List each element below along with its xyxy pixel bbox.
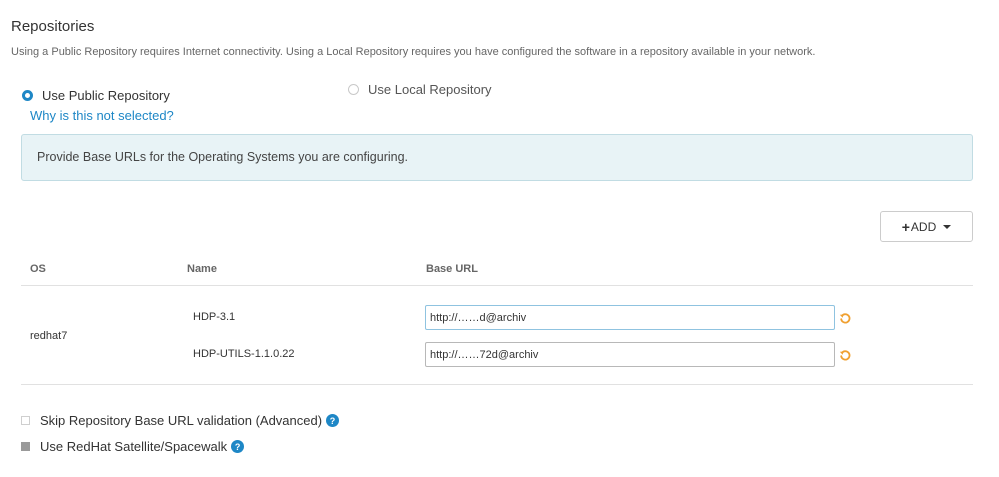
- undo-icon[interactable]: [839, 312, 851, 324]
- base-url-input[interactable]: [425, 305, 835, 330]
- column-header-name: Name: [187, 263, 217, 275]
- table-divider-bottom: [21, 384, 973, 385]
- use-satellite-label: Use RedHat Satellite/Spacewalk: [40, 439, 228, 454]
- radio-unchecked-icon[interactable]: [348, 84, 359, 95]
- help-icon[interactable]: ?: [231, 440, 245, 453]
- checkbox-disabled-icon[interactable]: [21, 442, 30, 451]
- skip-validation-checkbox[interactable]: Skip Repository Base URL validation (Adv…: [21, 413, 340, 428]
- help-icon[interactable]: ?: [326, 414, 340, 427]
- table-divider-top: [21, 285, 973, 286]
- caret-down-icon: [943, 224, 952, 229]
- use-local-repository-radio[interactable]: Use Local Repository: [348, 82, 492, 97]
- use-local-repository-label: Use Local Repository: [368, 82, 492, 97]
- undo-icon[interactable]: [839, 349, 851, 361]
- use-public-repository-radio[interactable]: Use Public Repository: [22, 88, 170, 103]
- plus-icon: +: [901, 218, 910, 235]
- info-alert-message: Provide Base URLs for the Operating Syst…: [37, 150, 409, 164]
- repo-name-cell: HDP-3.1: [193, 311, 236, 323]
- page-title: Repositories: [11, 18, 95, 35]
- add-button-label: ADD: [910, 219, 937, 234]
- use-public-repository-label: Use Public Repository: [42, 88, 170, 103]
- base-url-input[interactable]: [425, 342, 835, 367]
- radio-checked-icon[interactable]: [22, 90, 33, 101]
- column-header-os: OS: [30, 263, 46, 275]
- os-name-cell: redhat7: [30, 330, 68, 342]
- info-alert: Provide Base URLs for the Operating Syst…: [21, 134, 973, 181]
- add-os-button[interactable]: + ADD: [880, 211, 973, 242]
- column-header-base-url: Base URL: [426, 263, 478, 275]
- why-not-selected-link[interactable]: Why is this not selected?: [30, 108, 174, 123]
- repo-name-cell: HDP-UTILS-1.1.0.22: [193, 348, 295, 360]
- checkbox-unchecked-icon[interactable]: [21, 416, 30, 425]
- use-satellite-checkbox[interactable]: Use RedHat Satellite/Spacewalk ?: [21, 439, 245, 454]
- page-description: Using a Public Repository requires Inter…: [11, 46, 816, 58]
- skip-validation-label: Skip Repository Base URL validation (Adv…: [40, 413, 323, 428]
